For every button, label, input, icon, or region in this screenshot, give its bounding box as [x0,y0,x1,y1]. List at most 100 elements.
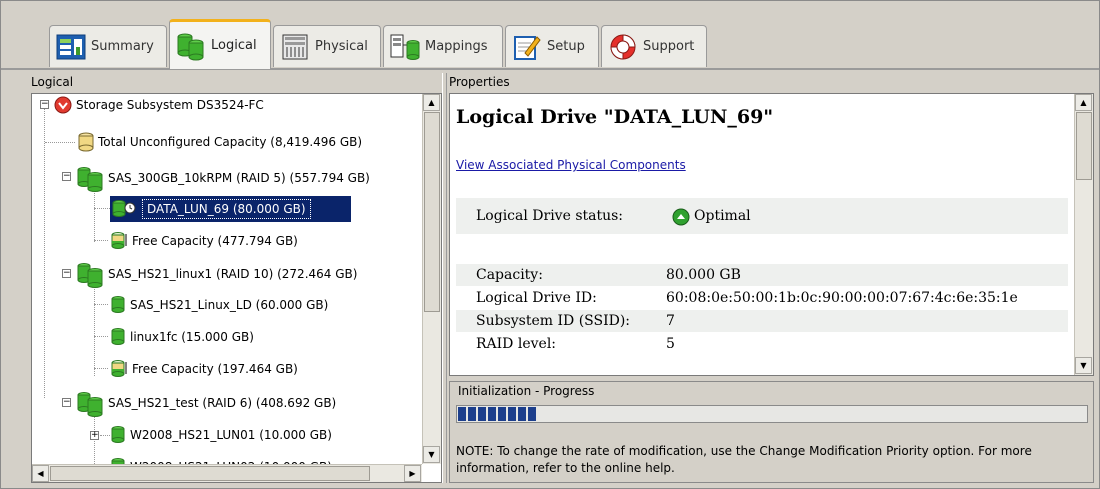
status-label: Logical Drive status: [476,208,624,224]
tab-physical-label: Physical [315,39,368,54]
logical-drive-id-value: 60:08:0e:50:00:1b:0c:90:00:00:07:67:4c:6… [666,290,1018,306]
collapse-toggle[interactable]: − [62,398,71,407]
tab-support[interactable]: Support [601,25,707,67]
tab-summary[interactable]: Summary [49,25,167,67]
logical-drive-id-label: Logical Drive ID: [476,290,597,306]
tree-connector [44,108,45,398]
tree-item-array-sas-300gb[interactable]: SAS_300GB_10kRPM (RAID 5) (557.794 GB) [76,162,370,194]
progress-chunk [508,407,516,421]
tree-connector [94,208,110,209]
tree-item-array-sas-hs21-linux1[interactable]: SAS_HS21_linux1 (RAID 10) (272.464 GB) [76,258,357,290]
expand-toggle[interactable]: + [90,431,99,440]
tree-connector [94,368,108,369]
collapse-toggle[interactable]: − [62,269,71,278]
tab-physical[interactable]: Physical [273,25,381,67]
tab-summary-label: Summary [91,39,154,54]
view-physical-components-link[interactable]: View Associated Physical Components [456,158,686,172]
tree-item-label: Storage Subsystem DS3524-FC [76,98,264,112]
tab-bar-divider [1,68,1099,70]
tree-connector [100,435,110,436]
tab-mappings[interactable]: Mappings [383,25,503,67]
progress-chunk [488,407,496,421]
storage-subsystem-icon [54,96,72,114]
tab-setup-label: Setup [547,39,585,54]
progress-chunk [498,407,506,421]
tree-item-label: SAS_HS21_Linux_LD (60.000 GB) [130,298,329,312]
tree-vertical-scrollbar[interactable]: ▲ ▼ [422,94,441,464]
status-value: Optimal [694,208,751,224]
tree-item-label: SAS_HS21_test (RAID 6) (408.692 GB) [108,396,337,410]
scroll-up-button[interactable]: ▲ [1075,94,1092,111]
tree-item-label: SAS_HS21_linux1 (RAID 10) (272.464 GB) [108,267,358,281]
tree-item-label: Free Capacity (197.464 GB) [132,362,298,376]
tree-item-free-capacity-2[interactable]: Free Capacity (197.464 GB) [110,358,298,380]
capacity-label: Capacity: [476,267,543,283]
tree-connector [94,412,95,472]
tab-bar: Summary Logical Physical Mappings Setup [1,1,1099,73]
tree-item-label: Total Unconfigured Capacity (8,419.496 G… [98,135,363,149]
optimal-status-icon [672,208,690,229]
capacity-value: 80.000 GB [666,267,741,283]
properties-vertical-scrollbar[interactable]: ▲ ▼ [1074,94,1093,375]
properties-panel: Logical Drive "DATA_LUN_69" View Associa… [449,93,1094,376]
tree-item-label: SAS_300GB_10kRPM (RAID 5) (557.794 GB) [108,171,370,185]
logical-drive-icon [110,328,126,346]
free-capacity-icon [110,232,128,250]
progress-chunk [458,407,466,421]
tab-mappings-label: Mappings [425,39,488,54]
tree-item-array-sas-hs21-test[interactable]: SAS_HS21_test (RAID 6) (408.692 GB) [76,387,336,419]
logical-drive-clock-icon [112,200,138,218]
scroll-right-button[interactable]: ▶ [404,465,421,482]
summary-icon [54,32,88,62]
tree-item-data-lun-69[interactable]: DATA_LUN_69 (80.000 GB) [110,196,351,222]
capacity-row [456,264,1068,286]
tree-connector [94,240,108,241]
scroll-up-button[interactable]: ▲ [423,94,440,111]
array-icon [76,164,104,192]
scroll-down-button[interactable]: ▼ [1075,357,1092,374]
logical-drive-icon [110,426,126,444]
scroll-down-button[interactable]: ▼ [423,446,440,463]
scroll-thumb[interactable] [1076,112,1092,180]
logical-icon [174,31,208,61]
tree-item-label: linux1fc (15.000 GB) [130,330,254,344]
initialization-progress-bar [456,405,1088,423]
raid-level-label: RAID level: [476,336,557,352]
raid-level-value: 5 [666,336,675,352]
split-pane-divider[interactable] [442,73,447,483]
array-icon [76,260,104,288]
array-icon [76,389,104,417]
setup-icon [510,32,544,62]
tree-item-storage-subsystem[interactable]: Storage Subsystem DS3524-FC [54,94,264,116]
support-icon [606,32,640,62]
tree-item-label: Free Capacity (477.794 GB) [132,234,298,248]
progress-legend: Initialization - Progress [456,384,597,398]
tab-logical-label: Logical [211,38,257,53]
tree-item-sas-hs21-linux-ld[interactable]: SAS_HS21_Linux_LD (60.000 GB) [110,294,328,316]
logical-tree[interactable]: − Storage Subsystem DS3524-FC Total Unco… [31,93,442,483]
unconfigured-capacity-icon [78,132,94,152]
initialization-progress-group: Initialization - Progress NOTE: To chang… [449,381,1094,483]
tab-setup[interactable]: Setup [505,25,599,67]
scroll-thumb[interactable] [424,112,440,312]
physical-icon [278,32,312,62]
scroll-left-button[interactable]: ◀ [32,465,49,482]
collapse-toggle[interactable]: − [62,172,71,181]
ssid-label: Subsystem ID (SSID): [476,313,631,329]
storage-manager-window: Summary Logical Physical Mappings Setup [0,0,1100,489]
progress-chunk [478,407,486,421]
tree-item-w2008-hs21-lun01[interactable]: W2008_HS21_LUN01 (10.000 GB) [110,424,332,446]
tree-item-unconfigured-capacity[interactable]: Total Unconfigured Capacity (8,419.496 G… [78,131,362,153]
scroll-thumb[interactable] [50,466,370,481]
progress-fill [458,407,536,421]
logical-drive-heading: Logical Drive "DATA_LUN_69" [456,106,774,128]
tree-item-free-capacity-1[interactable]: Free Capacity (477.794 GB) [110,230,298,252]
tab-support-label: Support [643,39,695,54]
properties-panel-title: Properties [449,75,510,89]
collapse-toggle[interactable]: − [40,100,49,109]
tree-item-label: W2008_HS21_LUN01 (10.000 GB) [130,428,332,442]
tab-logical[interactable]: Logical [169,19,271,69]
logical-drive-icon [110,296,126,314]
tree-horizontal-scrollbar[interactable]: ◀ ▶ [32,464,422,482]
tree-item-linux1fc[interactable]: linux1fc (15.000 GB) [110,326,254,348]
